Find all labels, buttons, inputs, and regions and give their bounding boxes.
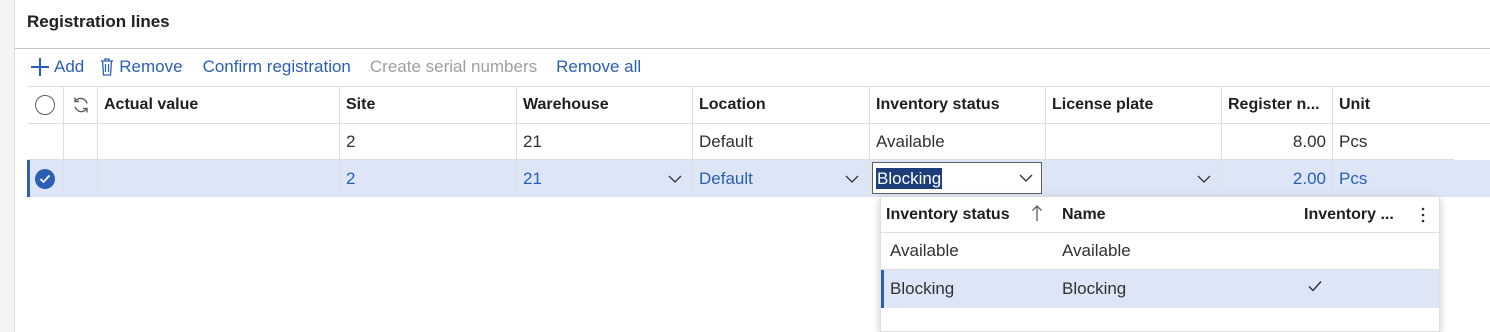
column-header-site[interactable]: Site (340, 87, 517, 123)
unit-cell[interactable]: Pcs (1333, 124, 1490, 160)
lookup-row[interactable]: Available Available (881, 233, 1439, 269)
chevron-down-icon[interactable] (845, 175, 859, 183)
column-header-warehouse[interactable]: Warehouse (517, 87, 693, 123)
add-button[interactable]: Add (31, 57, 84, 77)
chevron-down-icon[interactable] (1197, 175, 1211, 183)
lookup-column-inventory-status[interactable]: Inventory status (886, 206, 1010, 224)
refresh-icon[interactable] (72, 96, 90, 114)
location-cell[interactable]: Default (693, 124, 870, 160)
lookup-column-name[interactable]: Name (1062, 206, 1106, 224)
lookup-column-blocking[interactable]: Inventory ... (1304, 206, 1394, 224)
more-vertical-icon[interactable] (1421, 207, 1425, 223)
section-title: Registration lines (27, 12, 170, 31)
grid-header: Actual value Site Warehouse Location Inv… (27, 86, 1490, 124)
lookup-name-value: Available (1062, 241, 1131, 260)
lookup-status-value: Blocking (890, 279, 955, 298)
inventory-status-cell[interactable]: Available (870, 124, 1046, 160)
row-status-cell (64, 124, 98, 160)
inventory-status-cell[interactable]: Blocking (870, 160, 1046, 197)
radio-icon[interactable] (35, 95, 55, 115)
inventory-status-input-text[interactable]: Blocking (876, 167, 943, 189)
inventory-status-combobox[interactable]: Blocking (872, 162, 1042, 194)
lookup-name-value: Blocking (1062, 279, 1127, 298)
trash-icon (100, 58, 114, 76)
register-now-cell[interactable]: 2.00 (1222, 160, 1333, 197)
lookup-row-selected[interactable]: Blocking Blocking (881, 270, 1439, 308)
unit-cell[interactable]: Pcs (1333, 160, 1490, 197)
checkmark-icon (1308, 281, 1322, 292)
table-row[interactable]: 2 21 Default Available 8.00 Pcs (27, 124, 1490, 160)
location-value: Default (699, 168, 753, 188)
column-header-license-plate[interactable]: License plate (1046, 87, 1222, 123)
title-divider (15, 48, 1490, 49)
column-header-location[interactable]: Location (693, 87, 870, 123)
register-now-cell[interactable]: 8.00 (1222, 124, 1333, 160)
chevron-down-icon[interactable] (1019, 174, 1033, 182)
row-status-cell (64, 160, 98, 197)
lookup-header: Inventory status Name Inventory ... (881, 197, 1439, 233)
action-toolbar: Add Remove Confirm registration Create s… (15, 54, 641, 80)
row-select-cell[interactable] (27, 124, 64, 160)
license-plate-cell[interactable] (1046, 160, 1222, 197)
column-header-actual-value[interactable]: Actual value (98, 87, 340, 123)
column-header-register-now[interactable]: Register n... (1222, 87, 1333, 123)
sort-ascending-icon[interactable] (1031, 204, 1043, 222)
add-label: Add (54, 57, 85, 76)
refresh-cell[interactable] (64, 87, 98, 123)
confirm-registration-button[interactable]: Confirm registration (203, 57, 351, 77)
column-header-unit[interactable]: Unit (1333, 87, 1490, 123)
table-row-selected[interactable]: 2 21 Default Blocking 2.00 Pcs (27, 160, 1490, 197)
remove-label: Remove (119, 57, 183, 76)
chevron-down-icon[interactable] (668, 175, 682, 183)
lookup-status-value: Available (890, 241, 959, 260)
warehouse-cell[interactable]: 21 (517, 124, 693, 160)
check-circle-icon[interactable] (35, 168, 55, 189)
plus-icon (31, 58, 49, 76)
actual-value-cell[interactable] (98, 160, 340, 197)
site-cell[interactable]: 2 (340, 124, 517, 160)
warehouse-cell[interactable]: 21 (517, 160, 693, 197)
remove-button[interactable]: Remove (100, 57, 183, 77)
row-select-cell[interactable] (27, 160, 64, 197)
location-cell[interactable]: Default (693, 160, 870, 197)
site-cell[interactable]: 2 (340, 160, 517, 197)
create-serial-numbers-button: Create serial numbers (369, 57, 538, 76)
column-header-inventory-status[interactable]: Inventory status (870, 87, 1046, 123)
select-all-cell[interactable] (27, 87, 64, 123)
actual-value-cell[interactable] (98, 124, 340, 160)
license-plate-cell[interactable] (1046, 124, 1222, 160)
remove-all-button[interactable]: Remove all (556, 57, 641, 77)
warehouse-value: 21 (523, 168, 542, 188)
inventory-status-lookup: Inventory status Name Inventory ... Avai… (880, 196, 1440, 332)
